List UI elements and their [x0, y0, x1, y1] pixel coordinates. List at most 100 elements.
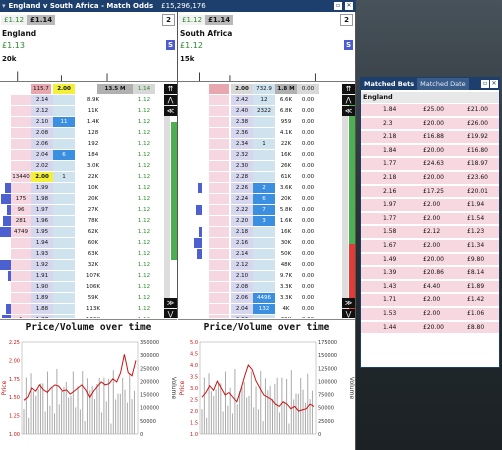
- price-cell[interactable]: 2.16: [231, 238, 253, 249]
- lay-price-chip[interactable]: £1.12: [179, 15, 206, 25]
- ladder-scrollbar[interactable]: [164, 84, 170, 318]
- back-amount-cell[interactable]: 2322: [253, 106, 275, 117]
- price-cell[interactable]: 2.22: [231, 205, 253, 216]
- ladder-row[interactable]: 2.04 132 4K 0.00: [178, 304, 355, 315]
- scroll-down-icon[interactable]: ≫: [342, 298, 355, 308]
- lay-amount-cell[interactable]: [11, 183, 31, 194]
- lay-amount-cell[interactable]: [209, 183, 229, 194]
- matched-bet-row[interactable]: 1.43 £4.40 £1.89: [361, 280, 499, 294]
- back-amount-cell[interactable]: [253, 128, 275, 139]
- back-amount-cell[interactable]: 6: [253, 194, 275, 205]
- matched-bet-row[interactable]: 1.77 £24.63 £18.97: [361, 158, 499, 171]
- ladder-row[interactable]: 2.08 3.3K 0.00: [178, 282, 355, 293]
- ladder-row[interactable]: 2.34 1 22K 0.00: [178, 139, 355, 150]
- back-amount-cell[interactable]: [53, 128, 75, 139]
- back-amount-cell[interactable]: [253, 172, 275, 183]
- back-amount-cell[interactable]: [53, 194, 75, 205]
- back-amount-cell[interactable]: [253, 227, 275, 238]
- ladder-row[interactable]: 1.89 59K 1.12: [0, 293, 177, 304]
- tab-matched-date[interactable]: Matched Date: [417, 78, 469, 90]
- price-cell[interactable]: 2.20: [231, 216, 253, 227]
- back-amount-cell[interactable]: 3: [253, 216, 275, 227]
- close-icon[interactable]: ✕: [345, 2, 353, 10]
- price-cell[interactable]: 2.34: [231, 139, 253, 150]
- ladder-row[interactable]: 1.88 113K 1.12: [0, 304, 177, 315]
- price-cell[interactable]: 2.02: [31, 161, 53, 172]
- price-cell[interactable]: 1.99: [31, 183, 53, 194]
- ladder-scrollbar[interactable]: [342, 84, 348, 318]
- matched-bet-row[interactable]: 1.49 £20.00 £9.80: [361, 253, 499, 267]
- price-cell[interactable]: 1.97: [31, 205, 53, 216]
- ladder-row[interactable]: 2.08 128 1.12: [0, 128, 177, 139]
- lay-amount-cell[interactable]: [11, 95, 31, 106]
- price-cell[interactable]: 2.02: [231, 315, 253, 318]
- lay-amount-cell[interactable]: [11, 117, 31, 128]
- price-cell[interactable]: 1.90: [31, 282, 53, 293]
- lay-amount-cell[interactable]: [11, 271, 31, 282]
- lay-price-chip[interactable]: £1.12: [1, 15, 28, 25]
- price-cell[interactable]: 2.12: [31, 106, 53, 117]
- price-cell[interactable]: 1.98: [31, 194, 53, 205]
- lay-amount-cell[interactable]: [11, 260, 31, 271]
- back-amount-cell[interactable]: 6: [53, 150, 75, 161]
- price-cell[interactable]: 2.28: [231, 172, 253, 183]
- lay-amount-cell[interactable]: [11, 161, 31, 172]
- lay-amount-cell[interactable]: [209, 95, 229, 106]
- matched-bet-row[interactable]: 1.58 £2.12 £1.23: [361, 226, 499, 239]
- price-cell[interactable]: 1.89: [31, 293, 53, 304]
- scroll-up-icon[interactable]: ≪: [342, 106, 355, 116]
- ladder-row[interactable]: 2.36 4.1K 0.00: [178, 128, 355, 139]
- ladder-row[interactable]: 2.24 6 20K 0.00: [178, 194, 355, 205]
- lay-amount-cell[interactable]: [209, 161, 229, 172]
- back-amount-cell[interactable]: [53, 216, 75, 227]
- price-cell[interactable]: 1.93: [31, 249, 53, 260]
- back-amount-cell[interactable]: [53, 282, 75, 293]
- lay-amount-cell[interactable]: [209, 139, 229, 150]
- ladder-row[interactable]: 2.32 16K 0.00: [178, 150, 355, 161]
- back-amount-cell[interactable]: 132: [253, 304, 275, 315]
- back-amount-cell[interactable]: 4496: [253, 293, 275, 304]
- close-icon[interactable]: ✕: [490, 80, 498, 88]
- price-cell[interactable]: 2.04: [231, 304, 253, 315]
- back-amount-cell[interactable]: [253, 117, 275, 128]
- s-button[interactable]: S: [166, 40, 175, 50]
- ladder-row[interactable]: 1.93 63K 1.12: [0, 249, 177, 260]
- minimize-icon[interactable]: ▫: [334, 2, 342, 10]
- lay-amount-cell[interactable]: 281: [11, 216, 31, 227]
- back-amount-cell[interactable]: 1: [253, 139, 275, 150]
- matched-bet-row[interactable]: 1.67 £2.00 £1.34: [361, 240, 499, 253]
- ladder-row[interactable]: 2.12 48K 0.00: [178, 260, 355, 271]
- price-cell[interactable]: 2.08: [231, 282, 253, 293]
- ladder-row[interactable]: 2.22 7 5.8K 0.00: [178, 205, 355, 216]
- lay-amount-cell[interactable]: [209, 205, 229, 216]
- back-amount-cell[interactable]: 2: [253, 183, 275, 194]
- lay-amount-cell[interactable]: 4749: [11, 227, 31, 238]
- ladder-row[interactable]: 2.02 3.0K 1.12: [0, 161, 177, 172]
- lay-amount-cell[interactable]: [209, 227, 229, 238]
- lay-amount-cell[interactable]: 96: [11, 205, 31, 216]
- matched-bet-row[interactable]: 2.18 £16.88 £19.92: [361, 131, 499, 144]
- ladder-row[interactable]: 1.91 107K 1.12: [0, 271, 177, 282]
- lay-amount-cell[interactable]: 1: [11, 315, 31, 318]
- price-cell[interactable]: 2.04: [31, 150, 53, 161]
- price-cell[interactable]: 2.06: [31, 139, 53, 150]
- lay-amount-cell[interactable]: [209, 282, 229, 293]
- ladder-row[interactable]: 2.38 959 0.00: [178, 117, 355, 128]
- tab-matched-bets[interactable]: Matched Bets: [361, 78, 417, 90]
- price-cell[interactable]: 1.95: [31, 227, 53, 238]
- back-amount-cell[interactable]: [53, 227, 75, 238]
- lay-amount-cell[interactable]: 13440: [11, 172, 31, 183]
- ladder-row[interactable]: 13440 2.00 1 22K 1.12: [0, 172, 177, 183]
- price-cell[interactable]: 2.30: [231, 161, 253, 172]
- back-amount-cell[interactable]: [53, 260, 75, 271]
- ladder-row[interactable]: 2.16 30K 0.00: [178, 238, 355, 249]
- back-amount-cell[interactable]: [253, 150, 275, 161]
- back-amount-cell[interactable]: [53, 95, 75, 106]
- lay-amount-cell[interactable]: [209, 260, 229, 271]
- back-amount-cell[interactable]: [53, 183, 75, 194]
- back-amount-cell[interactable]: [253, 249, 275, 260]
- price-ladder[interactable]: 2.00 732.9 1.8 M 0.00 2.42 12 6.6K 0.00 2.40…: [178, 84, 355, 318]
- price-cell[interactable]: 2.10: [31, 117, 53, 128]
- lay-amount-cell[interactable]: [11, 150, 31, 161]
- back-amount-cell[interactable]: [253, 271, 275, 282]
